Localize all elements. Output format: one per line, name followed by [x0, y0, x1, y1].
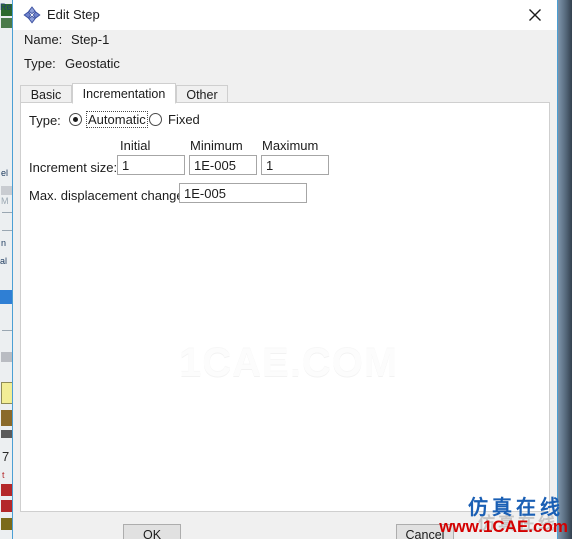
- increment-size-maximum-input[interactable]: [261, 155, 329, 175]
- dialog-footer: OK Cancel: [13, 513, 557, 539]
- background-divider: [2, 212, 12, 213]
- background-text-fragment: M: [1, 196, 9, 206]
- tab-other[interactable]: Other: [176, 85, 228, 103]
- column-header-maximum: Maximum: [262, 138, 319, 153]
- edit-step-dialog: Edit Step Name: Step-1 Type: Geostatic B…: [12, 0, 558, 539]
- step-type-value: Geostatic: [65, 56, 120, 71]
- ok-button[interactable]: OK: [123, 524, 181, 539]
- incrementation-panel: 1CAE.COM Type: Automatic Fixed Initial M…: [20, 102, 550, 512]
- background-text-fragment: t: [2, 470, 5, 480]
- radio-fixed[interactable]: Fixed: [149, 112, 201, 127]
- center-watermark: 1CAE.COM: [179, 341, 399, 385]
- step-name-label: Name:: [24, 32, 63, 47]
- tab-basic[interactable]: Basic: [20, 85, 72, 103]
- cancel-button[interactable]: Cancel: [396, 524, 454, 539]
- abaqus-diamond-icon: [23, 6, 41, 24]
- radio-automatic-label: Automatic: [86, 111, 148, 128]
- background-text-fragment: n: [1, 238, 7, 248]
- increment-size-label: Increment size:: [29, 160, 118, 175]
- background-text-fragment: al: [0, 256, 8, 266]
- increment-size-initial-input[interactable]: [117, 155, 185, 175]
- max-displacement-change-label: Max. displacement change:: [29, 188, 188, 203]
- column-header-minimum: Minimum: [190, 138, 243, 153]
- close-icon[interactable]: [513, 0, 557, 30]
- tab-strip: Basic Incrementation Other: [20, 83, 550, 104]
- step-type-label: Type:: [24, 56, 56, 71]
- tab-incrementation[interactable]: Incrementation: [72, 83, 176, 104]
- radio-automatic-indicator: [69, 113, 82, 126]
- background-text-fragment: el: [1, 168, 9, 178]
- radio-automatic[interactable]: Automatic: [69, 111, 148, 128]
- max-displacement-change-input[interactable]: [179, 183, 307, 203]
- background-text-fragment: 7: [2, 449, 10, 464]
- background-text-fragment: Re: [0, 2, 12, 12]
- column-header-initial: Initial: [120, 138, 151, 153]
- screen-root: Re el M n al 7 t M Edit Step: [0, 0, 572, 539]
- dialog-title: Edit Step: [47, 7, 100, 22]
- increment-size-minimum-input[interactable]: [189, 155, 257, 175]
- background-right-panel: [558, 0, 572, 539]
- radio-fixed-label: Fixed: [168, 112, 200, 127]
- step-name-value: Step-1: [71, 32, 110, 47]
- background-divider: [2, 330, 12, 331]
- radio-fixed-indicator: [149, 113, 162, 126]
- type-row-label: Type:: [29, 113, 61, 128]
- dialog-titlebar: Edit Step: [13, 0, 557, 30]
- background-divider: [2, 230, 12, 231]
